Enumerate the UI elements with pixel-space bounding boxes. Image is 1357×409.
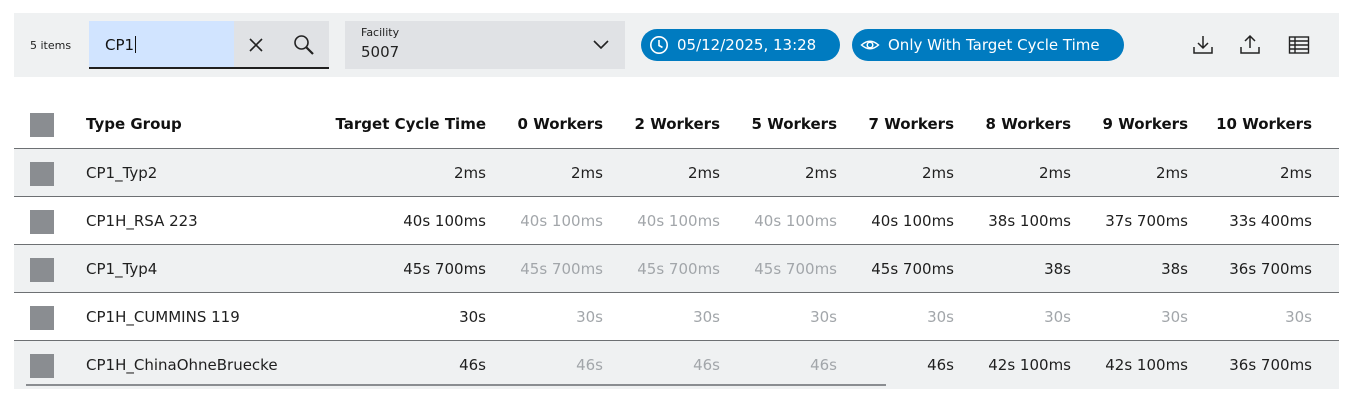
workers-9-cell: 37s 700ms [1105, 211, 1188, 230]
workers-0-cell: 46s [576, 356, 603, 374]
select-all-checkbox[interactable] [30, 113, 54, 137]
workers-0-cell: 40s 100ms [520, 211, 603, 230]
type-group-cell: CP1H_ChinaOhneBruecke [86, 356, 278, 374]
workers-9-cell: 30s [1161, 307, 1188, 326]
column-header-5-workers[interactable]: 5 Workers [728, 100, 837, 148]
workers-5-cell: 30s [810, 307, 837, 326]
type-group-cell: CP1H_RSA 223 [86, 211, 198, 230]
table-row[interactable]: CP1H_RSA 223 40s 100ms 40s 100ms 40s 100… [14, 197, 1339, 245]
toolbar: 5 items CP1 Facility 5007 05/12/2025, 13… [14, 13, 1339, 77]
clear-icon[interactable] [247, 36, 265, 54]
download-icon[interactable] [1191, 33, 1215, 57]
column-header-type-group[interactable]: Type Group [86, 100, 182, 148]
workers-10-cell: 30s [1285, 307, 1312, 326]
target-cycle-time-cell: 30s [459, 307, 486, 326]
workers-2-cell: 30s [693, 307, 720, 326]
facility-value[interactable]: 5007 [361, 43, 399, 61]
column-header-9-workers[interactable]: 9 Workers [1079, 100, 1188, 148]
target-cycle-filter-label: Only With Target Cycle Time [888, 36, 1100, 54]
chevron-down-icon[interactable] [591, 36, 611, 54]
search-input[interactable]: CP1 [89, 21, 234, 67]
workers-7-cell: 40s 100ms [871, 211, 954, 230]
type-group-cell: CP1_Typ2 [86, 163, 158, 182]
column-header-8-workers[interactable]: 8 Workers [962, 100, 1071, 148]
date-filter-label: 05/12/2025, 13:28 [677, 36, 817, 54]
workers-8-cell: 2ms [1039, 163, 1071, 182]
search-input-value[interactable]: CP1 [105, 36, 134, 54]
eye-icon [860, 40, 880, 50]
workers-5-cell: 2ms [805, 163, 837, 182]
workers-0-cell: 2ms [571, 163, 603, 182]
workers-10-cell: 36s 700ms [1229, 259, 1312, 278]
target-cycle-filter-button[interactable]: Only With Target Cycle Time [852, 29, 1124, 61]
row-checkbox[interactable] [30, 354, 54, 378]
workers-0-cell: 30s [576, 307, 603, 326]
row-checkbox[interactable] [30, 306, 54, 330]
horizontal-scrollbar[interactable] [26, 384, 886, 386]
text-caret [135, 36, 137, 53]
workers-7-cell: 46s [927, 356, 954, 374]
workers-5-cell: 40s 100ms [754, 211, 837, 230]
target-cycle-time-cell: 40s 100ms [403, 211, 486, 230]
table-columns-icon[interactable] [1287, 33, 1311, 57]
upload-icon[interactable] [1238, 33, 1262, 57]
workers-8-cell: 38s [1044, 259, 1071, 278]
search-icon[interactable] [292, 33, 316, 57]
workers-9-cell: 42s 100ms [1105, 356, 1188, 374]
target-cycle-time-cell: 2ms [454, 163, 486, 182]
row-checkbox[interactable] [30, 258, 54, 282]
workers-10-cell: 36s 700ms [1229, 356, 1312, 374]
target-cycle-time-cell: 45s 700ms [403, 259, 486, 278]
workers-2-cell: 46s [693, 356, 720, 374]
workers-2-cell: 40s 100ms [637, 211, 720, 230]
workers-7-cell: 45s 700ms [871, 259, 954, 278]
column-header-2-workers[interactable]: 2 Workers [611, 100, 720, 148]
cycle-time-table: Type Group Target Cycle Time 0 Workers 2… [14, 100, 1339, 389]
workers-2-cell: 45s 700ms [637, 259, 720, 278]
workers-9-cell: 2ms [1156, 163, 1188, 182]
column-header-7-workers[interactable]: 7 Workers [845, 100, 954, 148]
clock-icon [650, 36, 668, 54]
column-header-10-workers[interactable]: 10 Workers [1196, 100, 1312, 148]
workers-5-cell: 46s [810, 356, 837, 374]
target-cycle-time-cell: 46s [459, 356, 486, 374]
workers-10-cell: 2ms [1280, 163, 1312, 182]
table-row[interactable]: CP1H_ChinaOhneBruecke 46s 46s 46s 46s 46… [14, 341, 1339, 389]
workers-0-cell: 45s 700ms [520, 259, 603, 278]
workers-7-cell: 30s [927, 307, 954, 326]
workers-7-cell: 2ms [922, 163, 954, 182]
items-count: 5 items [30, 39, 72, 52]
date-filter-button[interactable]: 05/12/2025, 13:28 [641, 29, 840, 61]
row-checkbox[interactable] [30, 210, 54, 234]
column-header-0-workers[interactable]: 0 Workers [494, 100, 603, 148]
type-group-cell: CP1H_CUMMINS 119 [86, 307, 240, 326]
search-box[interactable]: CP1 [89, 21, 329, 69]
workers-8-cell: 42s 100ms [988, 356, 1071, 374]
workers-8-cell: 30s [1044, 307, 1071, 326]
table-row[interactable]: CP1_Typ4 45s 700ms 45s 700ms 45s 700ms 4… [14, 245, 1339, 293]
column-header-target-cycle-time[interactable]: Target Cycle Time [294, 100, 486, 148]
workers-2-cell: 2ms [688, 163, 720, 182]
table-row[interactable]: CP1_Typ2 2ms 2ms 2ms 2ms 2ms 2ms 2ms 2ms [14, 149, 1339, 197]
type-group-cell: CP1_Typ4 [86, 259, 158, 278]
workers-9-cell: 38s [1161, 259, 1188, 278]
workers-8-cell: 38s 100ms [988, 211, 1071, 230]
facility-label: Facility [361, 26, 400, 39]
workers-10-cell: 33s 400ms [1229, 211, 1312, 230]
workers-5-cell: 45s 700ms [754, 259, 837, 278]
facility-select[interactable]: Facility 5007 [345, 21, 625, 69]
row-checkbox[interactable] [30, 162, 54, 186]
table-row[interactable]: CP1H_CUMMINS 119 30s 30s 30s 30s 30s 30s… [14, 293, 1339, 341]
table-header-row: Type Group Target Cycle Time 0 Workers 2… [14, 100, 1339, 149]
